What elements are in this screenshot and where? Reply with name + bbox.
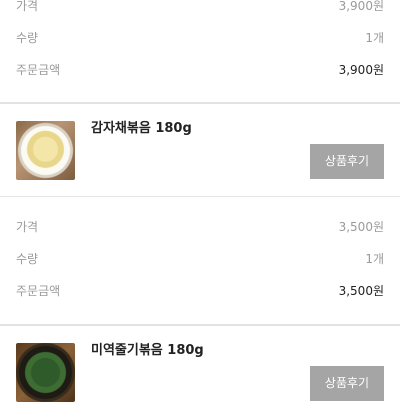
quantity-row: 수량 1개 <box>0 28 400 48</box>
price-value: 3,900원 <box>338 0 384 13</box>
quantity-value: 1개 <box>365 252 384 266</box>
quantity-value: 1개 <box>365 31 384 45</box>
price-row: 가격 3,900원 <box>0 0 400 16</box>
quantity-label: 수량 <box>16 252 39 266</box>
product-review-button[interactable]: 상품후기 <box>310 366 384 401</box>
order-total-label: 주문금액 <box>16 284 61 298</box>
divider <box>0 196 400 197</box>
price-row: 가격 3,500원 <box>0 217 400 237</box>
order-total-label: 주문금액 <box>16 63 61 77</box>
product-review-button[interactable]: 상품후기 <box>310 144 384 179</box>
quantity-row: 수량 1개 <box>0 249 400 269</box>
section-divider <box>0 102 400 104</box>
order-total-row: 주문금액 3,500원 <box>0 281 400 301</box>
order-total-value: 3,900원 <box>338 63 384 77</box>
price-value: 3,500원 <box>338 220 384 234</box>
product-name[interactable]: 감자채볶음 180g <box>91 120 192 138</box>
order-total-value: 3,500원 <box>338 284 384 298</box>
price-label: 가격 <box>16 0 39 13</box>
quantity-label: 수량 <box>16 31 39 45</box>
product-name[interactable]: 미역줄기볶음 180g <box>91 342 204 360</box>
price-label: 가격 <box>16 220 39 234</box>
order-total-row: 주문금액 3,900원 <box>0 60 400 80</box>
section-divider <box>0 324 400 326</box>
product-thumbnail[interactable] <box>16 343 75 402</box>
product-thumbnail[interactable] <box>16 121 75 180</box>
